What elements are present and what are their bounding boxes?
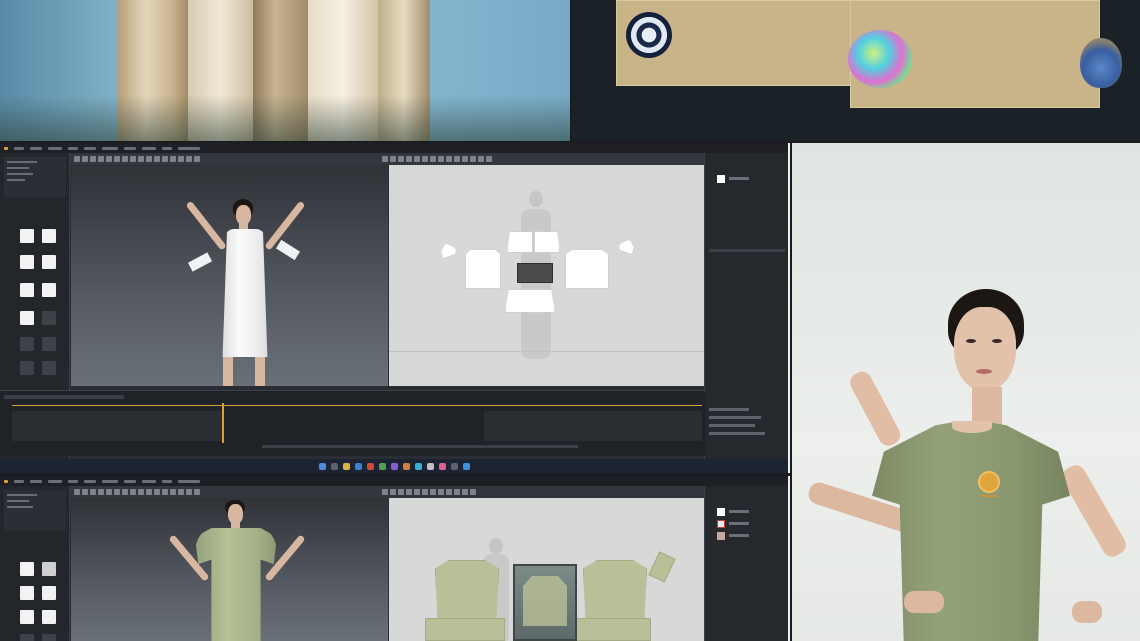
- sleeve-panel-right: [276, 239, 300, 261]
- collage: [0, 0, 1140, 641]
- library-thumb[interactable]: [42, 283, 56, 297]
- toolbar[interactable]: [70, 486, 704, 498]
- keyframe-lane: [12, 411, 222, 441]
- library-thumb[interactable]: [42, 229, 56, 243]
- painted-stone: [1080, 38, 1122, 88]
- fabric-texture-preview: [513, 564, 577, 641]
- brand-logo-icon: [978, 471, 1000, 493]
- avatar-hand: [904, 591, 944, 613]
- avatar-hand: [1072, 601, 1102, 623]
- sleeve-pattern[interactable]: [617, 237, 637, 256]
- pattern-piece[interactable]: [507, 231, 533, 253]
- green-tshirt: [195, 528, 277, 641]
- sleeve-pattern[interactable]: [648, 551, 676, 583]
- timeline-controls[interactable]: [4, 395, 124, 399]
- taskbar: [0, 459, 788, 473]
- toolbar[interactable]: [70, 153, 704, 165]
- neckline: [952, 421, 992, 433]
- pattern-piece[interactable]: [465, 249, 501, 289]
- library-thumb[interactable]: [42, 610, 56, 624]
- white-dress: [222, 229, 268, 357]
- library-thumb[interactable]: [20, 586, 34, 600]
- library-thumb[interactable]: [20, 361, 34, 375]
- library-thumb[interactable]: [42, 255, 56, 269]
- avatar-render: [792, 143, 1140, 641]
- garment-software-window: [0, 476, 790, 641]
- avatar-arm-left: [846, 368, 904, 450]
- 2d-pattern-view[interactable]: [389, 498, 704, 641]
- keyframe-lane: [484, 411, 702, 441]
- fabric-texture-preview: [517, 263, 553, 283]
- fabric-swatch-chip[interactable]: [717, 508, 725, 516]
- pattern-piece[interactable]: [565, 249, 609, 289]
- library-thumb[interactable]: [20, 255, 34, 269]
- library-thumb[interactable]: [20, 229, 34, 243]
- 2d-pattern-view[interactable]: [389, 165, 704, 386]
- avatar-leg: [255, 357, 265, 386]
- avatar-arm-right: [1058, 461, 1130, 561]
- fabric-name: [729, 510, 749, 513]
- fabric-name: [729, 177, 749, 180]
- divider: [709, 249, 785, 252]
- pattern-piece[interactable]: [534, 231, 560, 253]
- avatar-face: [954, 307, 1016, 391]
- garment-software-window: [0, 143, 790, 473]
- pattern-piece[interactable]: [583, 560, 647, 620]
- library-thumb[interactable]: [20, 283, 34, 297]
- shadow: [0, 95, 570, 141]
- library-thumb[interactable]: [42, 634, 56, 641]
- fabric-swatch-chip[interactable]: [717, 532, 725, 540]
- avatar-leg: [223, 357, 233, 386]
- brand-logo-text: [980, 495, 998, 497]
- avatar-arm-left: [185, 200, 227, 251]
- playhead[interactable]: [222, 403, 224, 443]
- avatar-silhouette-head: [489, 538, 503, 554]
- avatar-silhouette-head: [529, 191, 543, 207]
- swatch-photo: [572, 0, 1140, 141]
- library-thumb[interactable]: [42, 361, 56, 375]
- opal-stone: [848, 30, 912, 88]
- 3d-viewport[interactable]: [71, 498, 388, 641]
- avatar-face: [236, 205, 251, 225]
- library-thumb[interactable]: [20, 337, 34, 351]
- olive-tshirt: [872, 421, 1070, 641]
- library-tree[interactable]: [4, 490, 66, 530]
- library-thumb[interactable]: [42, 337, 56, 351]
- baseline: [389, 351, 704, 352]
- library-thumb[interactable]: [20, 634, 34, 641]
- fabric-name: [729, 522, 749, 525]
- timeline-scrollbar[interactable]: [262, 445, 578, 448]
- timeline-track: [12, 405, 702, 406]
- library-thumb[interactable]: [42, 311, 56, 325]
- animation-timeline[interactable]: [0, 390, 706, 456]
- library-panel: [0, 486, 70, 641]
- sleeve-panel-left: [187, 252, 213, 272]
- property-panel: [704, 153, 788, 473]
- hem-pattern[interactable]: [425, 618, 505, 641]
- library-thumb[interactable]: [20, 610, 34, 624]
- property-panel: [704, 486, 788, 641]
- library-tree[interactable]: [4, 157, 66, 197]
- fabric-swatch-chip[interactable]: [717, 175, 725, 183]
- fabric-swatch-chip[interactable]: [717, 520, 725, 528]
- property-rows[interactable]: [709, 403, 785, 453]
- fabric-name: [729, 534, 749, 537]
- pattern-piece[interactable]: [435, 560, 499, 620]
- fabric-drape-photo: [0, 0, 570, 141]
- library-thumb[interactable]: [42, 586, 56, 600]
- menu-bar[interactable]: [0, 143, 788, 153]
- menu-bar[interactable]: [0, 476, 788, 486]
- library-thumb[interactable]: [42, 562, 56, 576]
- hem-pattern[interactable]: [575, 618, 651, 641]
- library-thumb[interactable]: [20, 311, 34, 325]
- 3d-viewport[interactable]: [71, 165, 388, 386]
- sleeve-pattern[interactable]: [438, 241, 458, 260]
- avatar-face: [228, 504, 243, 524]
- agate-stone: [626, 12, 672, 58]
- skirt-pattern[interactable]: [505, 289, 555, 313]
- library-thumb[interactable]: [20, 562, 34, 576]
